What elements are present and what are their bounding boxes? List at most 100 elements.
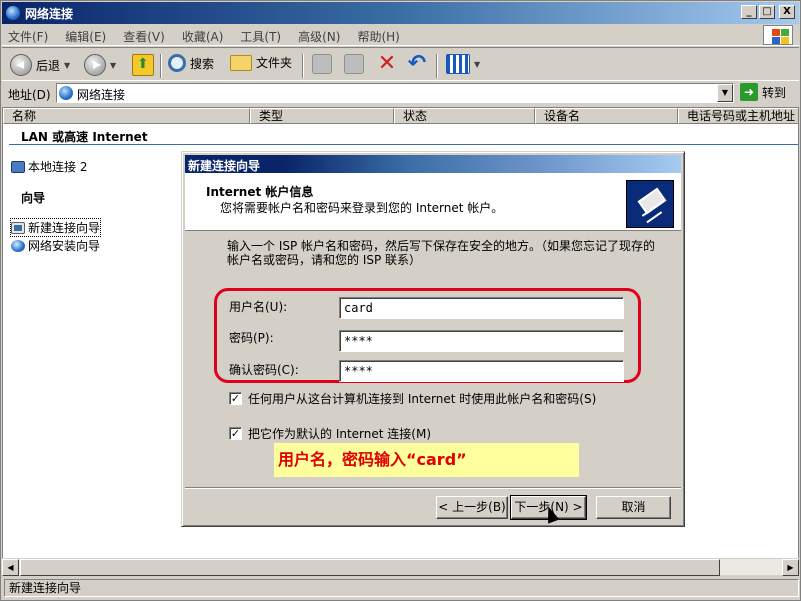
toolbar-separator [160, 54, 162, 78]
dialog-header-subtitle: 您将需要帐户名和密码来登录到您的 Internet 帐户。 [220, 201, 504, 215]
cancel-button[interactable]: 取消 [596, 496, 671, 519]
address-bar: 地址(D) 网络连接 ▼ ➜ 转到 [2, 82, 799, 104]
annotation-note: 用户名，密码输入“card” [274, 443, 579, 477]
list-item-lan-connection[interactable]: 本地连接 2 [11, 158, 87, 175]
address-input[interactable]: 网络连接 ▼ [56, 83, 734, 103]
scroll-left-button[interactable]: ◀ [2, 559, 19, 576]
network-globe-icon [59, 86, 73, 100]
go-label: 转到 [762, 85, 787, 100]
back-label: 后退 [36, 58, 61, 73]
go-arrow-icon: ➜ [740, 83, 758, 101]
folders-button[interactable]: 文件夹 [230, 54, 292, 71]
undo-icon: ↶ [407, 51, 427, 76]
minimize-button[interactable]: _ [741, 5, 757, 19]
chevron-down-icon[interactable]: ▼ [64, 61, 70, 70]
list-item-network-setup-wizard[interactable]: 网络安装向导 [11, 237, 100, 254]
confirm-password-label: 确认密码(C): [229, 363, 299, 377]
status-text: 新建连接向导 [4, 579, 799, 597]
folder-icon [230, 54, 252, 71]
column-header-status[interactable]: 状态 [394, 108, 535, 124]
use-for-all-users-label: 任何用户从这台计算机连接到 Internet 时使用此帐户名和密码(S) [248, 392, 597, 406]
close-button[interactable]: X [779, 5, 795, 19]
group-divider [9, 144, 798, 145]
dialog-title: 新建连接向导 [188, 159, 261, 173]
network-setup-icon [11, 239, 25, 252]
confirm-password-input[interactable]: **** [339, 360, 624, 382]
column-header-phone[interactable]: 电话号码或主机地址 [678, 108, 798, 124]
chevron-down-icon[interactable]: ▼ [474, 60, 480, 69]
forward-arrow-icon [84, 54, 106, 76]
column-header-device[interactable]: 设备名 [535, 108, 678, 124]
dialog-header: Internet 帐户信息 您将需要帐户名和密码来登录到您的 Internet … [185, 173, 681, 231]
username-label: 用户名(U): [229, 300, 288, 314]
dialog-title-bar: 新建连接向导 [185, 155, 681, 173]
horizontal-scrollbar[interactable]: ◀ ▶ [2, 558, 799, 576]
menu-edit[interactable]: 编辑(E) [65, 28, 106, 45]
menu-advanced[interactable]: 高级(N) [298, 28, 340, 45]
copy-to-button[interactable] [344, 54, 364, 74]
undo-button[interactable]: ↶ [406, 51, 428, 76]
delete-button[interactable]: ✕ [376, 53, 398, 76]
network-globe-icon [5, 5, 21, 21]
address-value: 网络连接 [77, 88, 126, 102]
toolbar-separator [436, 54, 438, 78]
back-arrow-icon [10, 54, 32, 76]
address-dropdown-button[interactable]: ▼ [717, 84, 733, 102]
username-input[interactable]: card [339, 297, 624, 319]
maximize-button[interactable]: □ [759, 5, 775, 19]
default-connection-label: 把它作为默认的 Internet 连接(M) [248, 427, 431, 441]
chevron-down-icon[interactable]: ▼ [110, 61, 116, 70]
list-item-label: 新建连接向导 [28, 221, 101, 235]
use-for-all-users-option[interactable]: ✓ 任何用户从这台计算机连接到 Internet 时使用此帐户名和密码(S) [229, 390, 596, 407]
list-item-label: 本地连接 2 [28, 160, 88, 174]
toolbar: 后退 ▼ ▼ 搜索 文件夹 ✕ ↶ [2, 47, 799, 81]
new-connection-wizard-dialog: 新建连接向导 Internet 帐户信息 您将需要帐户名和密码来登录到您的 In… [181, 151, 685, 527]
window-controls: _ □ X [741, 5, 795, 19]
go-button[interactable]: ➜ 转到 [740, 83, 786, 101]
password-input[interactable]: **** [339, 330, 624, 352]
dialog-separator [185, 487, 681, 489]
back-button[interactable]: 后退 ▼ [10, 54, 70, 76]
wizard-icon [11, 221, 25, 234]
column-header-name[interactable]: 名称 [3, 108, 250, 124]
menu-file[interactable]: 文件(F) [8, 28, 48, 45]
copy-to-icon [344, 54, 364, 74]
scroll-thumb[interactable] [20, 559, 720, 576]
dialog-description: 输入一个 ISP 帐户名和密码，然后写下保存在安全的地方。（如果您忘记了现存的帐… [227, 239, 656, 267]
menu-bar: 文件(F) 编辑(E) 查看(V) 收藏(A) 工具(T) 高级(N) 帮助(H… [2, 24, 799, 46]
menu-tools[interactable]: 工具(T) [240, 28, 281, 45]
dialog-header-title: Internet 帐户信息 [206, 185, 314, 199]
scroll-right-button[interactable]: ▶ [782, 559, 799, 576]
password-label: 密码(P): [229, 331, 274, 345]
default-connection-checkbox[interactable]: ✓ [229, 427, 242, 440]
title-bar: 网络连接 _ □ X [2, 2, 799, 24]
column-header-type[interactable]: 类型 [250, 108, 394, 124]
group-title-lan: LAN 或高速 Internet [21, 130, 148, 144]
list-item-new-connection-wizard[interactable]: 新建连接向导 [9, 218, 102, 237]
search-label: 搜索 [190, 56, 215, 71]
toolbar-separator [302, 54, 304, 78]
move-to-button[interactable] [312, 54, 332, 74]
address-label: 地址(D) [8, 88, 51, 102]
views-button[interactable]: ▼ [446, 54, 480, 74]
search-button[interactable]: 搜索 [168, 54, 214, 72]
status-bar: 新建连接向导 [2, 577, 799, 599]
column-headers: 名称 类型 状态 设备名 电话号码或主机地址 [3, 108, 798, 124]
views-grid-icon [446, 54, 470, 74]
search-icon [168, 54, 186, 72]
network-cable-icon [626, 180, 674, 228]
up-folder-button[interactable] [132, 54, 154, 76]
windows-logo-icon [763, 25, 793, 45]
move-to-icon [312, 54, 332, 74]
back-step-button[interactable]: < 上一步(B) [436, 496, 508, 519]
menu-help[interactable]: 帮助(H) [357, 28, 399, 45]
use-for-all-users-checkbox[interactable]: ✓ [229, 392, 242, 405]
forward-button[interactable]: ▼ [84, 54, 116, 76]
group-title-wizard: 向导 [21, 191, 46, 205]
default-connection-option[interactable]: ✓ 把它作为默认的 Internet 连接(M) [229, 425, 431, 442]
folders-label: 文件夹 [256, 56, 293, 70]
menu-favorites[interactable]: 收藏(A) [182, 28, 224, 45]
list-item-label: 网络安装向导 [28, 239, 101, 253]
window-title: 网络连接 [25, 7, 74, 21]
menu-view[interactable]: 查看(V) [123, 28, 165, 45]
